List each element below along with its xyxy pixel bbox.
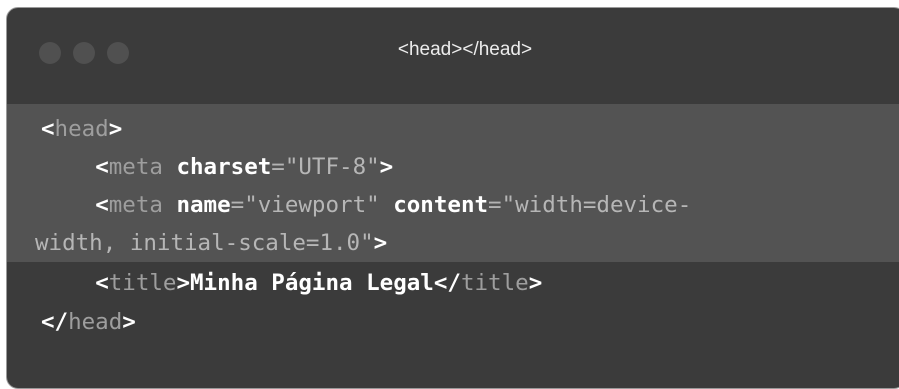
punct: < — [95, 270, 109, 296]
tag-name: meta — [108, 192, 163, 218]
equals: = — [488, 192, 502, 218]
code-line-1: <head> — [7, 104, 899, 148]
code-line-6: </head> — [7, 304, 899, 340]
punct: < — [95, 192, 109, 218]
code-block: <head> <meta charset="UTF-8"> <meta name… — [7, 104, 899, 340]
punct: > — [373, 230, 388, 256]
punct: < — [95, 154, 109, 180]
equals: = — [230, 192, 245, 218]
attr-value: "width=device- — [501, 192, 692, 218]
punct: > — [379, 154, 394, 180]
punct: > — [122, 309, 136, 335]
tag-name: head — [54, 116, 109, 142]
attr-name: charset — [176, 154, 272, 180]
equals: = — [271, 154, 285, 180]
title-text: Minha Página Legal — [190, 270, 434, 296]
code-line-2: <meta charset="UTF-8"> — [7, 148, 899, 186]
attr-value: "UTF-8" — [284, 154, 380, 180]
tag-name: meta — [108, 154, 163, 180]
attr-name: content — [393, 192, 489, 218]
attr-name: name — [176, 192, 231, 218]
tag-name: title — [460, 270, 529, 296]
code-line-5: <title>Minha Página Legal</title> — [7, 262, 899, 304]
tag-name: title — [108, 270, 177, 296]
punct: </ — [433, 270, 461, 296]
code-line-4: width, initial-scale=1.0"> — [7, 224, 899, 262]
punct: > — [108, 116, 123, 142]
attr-value: width, initial-scale=1.0" — [35, 230, 374, 256]
punct: > — [528, 270, 543, 296]
code-window: <head></head> <head> <meta charset="UTF-… — [6, 7, 899, 389]
tag-name: head — [68, 309, 123, 335]
title-bar: <head></head> — [7, 8, 899, 103]
attr-value: "viewport" — [244, 192, 380, 218]
punct: < — [41, 116, 55, 142]
punct: > — [176, 270, 191, 296]
window-title: <head></head> — [397, 39, 533, 60]
code-line-3: <meta name="viewport" content="width=dev… — [7, 186, 899, 224]
punct: </ — [41, 309, 69, 335]
